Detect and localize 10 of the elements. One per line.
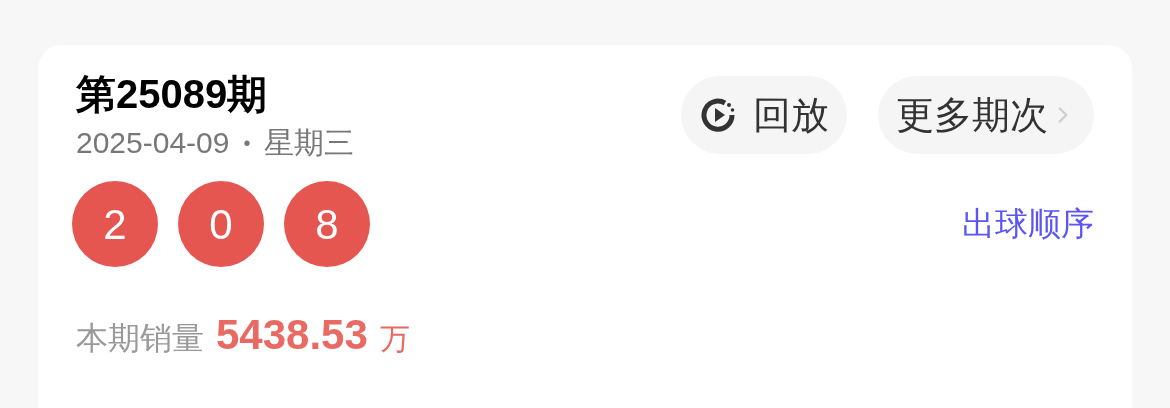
weekday: 星期三 bbox=[264, 125, 355, 161]
sales-label: 本期销量 bbox=[76, 319, 204, 358]
draw-order-link[interactable]: 出球顺序 bbox=[962, 199, 1094, 249]
more-issues-button[interactable]: 更多期次 bbox=[878, 76, 1094, 154]
separator-dot: • bbox=[243, 131, 251, 156]
replay-button[interactable]: 回放 bbox=[681, 76, 847, 154]
draw-date: 2025-04-09 bbox=[76, 125, 230, 161]
draw-title: 第25089期 bbox=[76, 71, 269, 118]
sales-unit: 万 bbox=[379, 321, 410, 357]
sales-value: 5438.53 bbox=[216, 310, 368, 360]
